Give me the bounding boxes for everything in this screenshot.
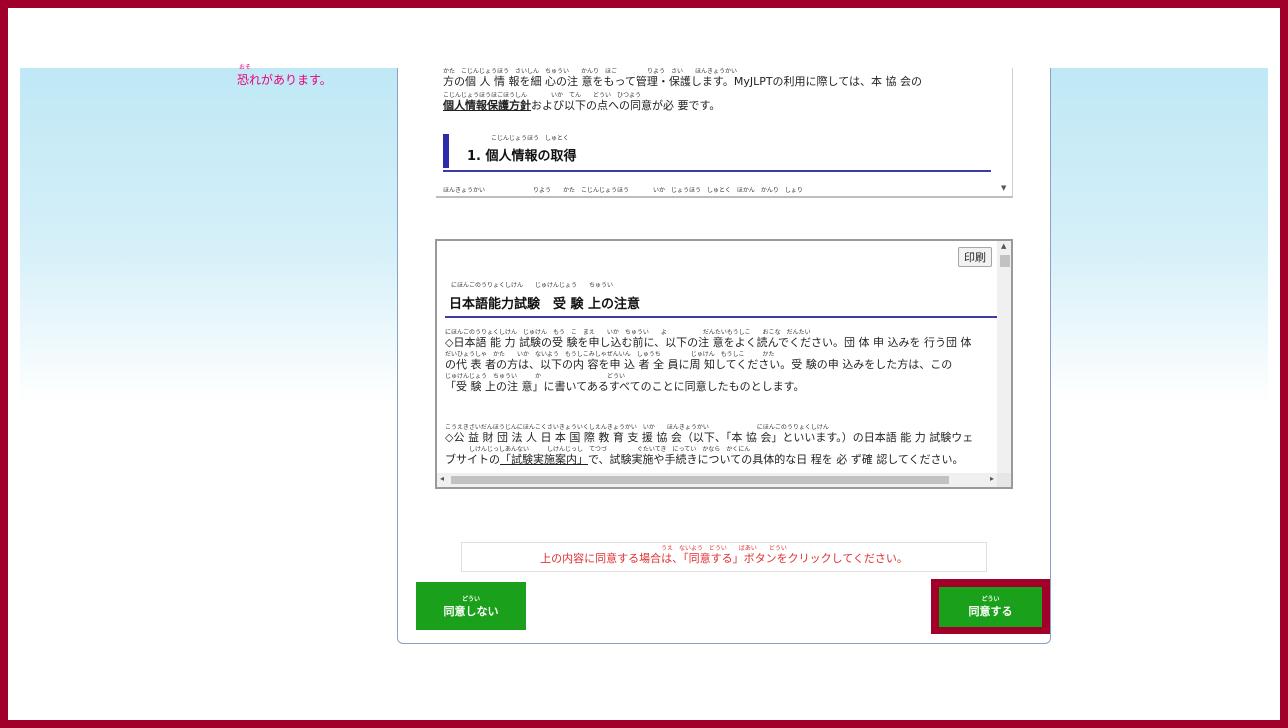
ruby-line: こじんじょうほうほごほうしん いか てん どうい ひつよう xyxy=(443,92,642,99)
ruby-line: かた こじんじょうほう さいしん ちゅうい かんり ほご りよう さい ほんきょ… xyxy=(443,68,738,75)
scroll-right-arrow-icon[interactable]: ▸ xyxy=(990,474,994,483)
scroll-down-arrow-icon[interactable]: ▼ xyxy=(1001,184,1006,192)
privacy-policy-link[interactable]: 個人情報保護方針 xyxy=(443,99,531,112)
scrollbar-thumb[interactable] xyxy=(1000,255,1010,267)
scrollbar-thumb[interactable] xyxy=(451,476,949,484)
notice-line: 「受 験 上の注 意」に書いてあるすべてのことに同意したものとします。 xyxy=(445,380,805,393)
notice-title-ruby: にほんごのうりょくしけん じゅけんじょう ちゅうい xyxy=(451,282,614,289)
disagree-ruby: どうい xyxy=(461,596,480,603)
top-bar xyxy=(8,8,1280,68)
instruction-box: うえ ないよう どうい ばあい どうい 上の内容に同意する場合は、「同意する」ボ… xyxy=(461,542,987,572)
notice-paragraph-2: こうえきざいだんほうじんにほんこくさいきょういくしえんきょうかい いか ほんきょ… xyxy=(445,424,973,466)
warning-text: おそ 恐れがあります。 xyxy=(237,64,332,88)
notice-line-text: ブサイトの xyxy=(445,453,500,466)
privacy-policy-content: かた こじんじょうほう さいしん ちゅうい かんり ほご りよう さい ほんきょ… xyxy=(443,68,991,112)
agree-label: 同意する xyxy=(968,605,1013,618)
notice-line: ◇日本語 能 力 試験の受 験を申し込む前に、以下の注 意をよく読んでください。… xyxy=(445,336,972,349)
ruby-line: ほんきょうかい りよう かた こじんじょうほう いか じょうほう しゅとく ほか… xyxy=(443,187,803,194)
ruby-line: じゅけんじょう ちゅうい か どうい xyxy=(445,373,626,380)
policy-line-1: 方の個 人 情 報を細 心の注 意をもって管理・保護します。MyJLPTの利用に… xyxy=(443,75,922,88)
agree-button[interactable]: どうい 同意する xyxy=(939,587,1042,627)
vertical-scrollbar[interactable]: ▲ xyxy=(997,241,1011,473)
privacy-policy-box[interactable]: かた こじんじょうほう さいしん ちゅうい かんり ほご りよう さい ほんきょ… xyxy=(436,68,1013,198)
notice-line: ◇公 益 財 団 法 人 日 本 国 際 教 育 支 援 協 会（以下、「本 協… xyxy=(445,431,974,444)
notice-line-text: で、試験実施や手続きについての具体的な日 程を 必 ず確 認してください。 xyxy=(588,453,964,466)
agree-ruby: どうい xyxy=(981,596,1000,603)
notice-heading: にほんごのうりょくしけん じゅけんじょう ちゅうい 日本語能力試験 受 験 上の… xyxy=(445,282,997,318)
notice-line: ブサイトの「試験実施案内」で、試験実施や手続きについての具体的な日 程を 必 ず… xyxy=(445,453,973,466)
ruby-line: こうえきざいだんほうじんにほんこくさいきょういくしえんきょうかい いか ほんきょ… xyxy=(445,424,829,431)
disagree-button[interactable]: どうい 同意しない xyxy=(416,582,526,630)
scrollbar-corner xyxy=(997,473,1011,487)
section-ruby: こじんじょうほう しゅとく xyxy=(491,135,569,142)
policy-line-2: 個人情報保護方針および以下の点への同意が必 要です。 xyxy=(443,99,991,112)
instruction-text: 上の内容に同意する場合は、「同意する」ボタンをクリックしてください。 xyxy=(540,552,908,565)
disagree-label: 同意しない xyxy=(443,605,499,618)
warning-ruby: おそ xyxy=(239,64,252,71)
exam-info-link[interactable]: 「試験実施案内」 xyxy=(500,453,588,466)
policy-line-2-text: および以下の点への同意が必 要です。 xyxy=(531,99,721,112)
section-title: 1. 個人情報の取得 xyxy=(467,149,577,164)
section-marker xyxy=(443,134,449,168)
notice-title: 日本語能力試験 受 験 上の注意 xyxy=(449,297,641,312)
ruby-line: だいひょうしゃ かた いか ないよう もうしこみしゃぜんいん しゅうち じゅけん… xyxy=(445,351,775,358)
instruction-ruby: うえ ないよう どうい ばあい どうい xyxy=(661,545,787,552)
exam-notice-box[interactable]: にほんごのうりょくしけん じゅけんじょう ちゅうい 日本語能力試験 受 験 上の… xyxy=(435,239,1013,489)
notice-line: の代 表 者の方は、以下の内 容を申 込 者 全 員に周 知してください。受 験… xyxy=(445,358,953,371)
ruby-line: しけんじっしあんない しけんじっし てつづ ぐたいてき にってい かなら かくに… xyxy=(445,446,751,453)
scroll-up-arrow-icon[interactable]: ▲ xyxy=(1001,242,1006,250)
notice-paragraph-1: にほんごのうりょくしけん じゅけん もう こ まえ いか ちゅうい よ だんたい… xyxy=(445,329,972,393)
section-heading: こじんじょうほう しゅとく 1. 個人情報の取得 xyxy=(443,134,991,172)
horizontal-scrollbar[interactable]: ◂ ▸ xyxy=(437,473,997,487)
ruby-line: にほんごのうりょくしけん じゅけん もう こ まえ いか ちゅうい よ だんたい… xyxy=(445,329,811,336)
scroll-left-arrow-icon[interactable]: ◂ xyxy=(440,474,444,483)
vertical-scrollbar[interactable]: ▼ xyxy=(998,68,1012,196)
warning-label: 恐れがあります。 xyxy=(237,73,332,87)
print-button[interactable]: 印刷 xyxy=(958,247,992,267)
